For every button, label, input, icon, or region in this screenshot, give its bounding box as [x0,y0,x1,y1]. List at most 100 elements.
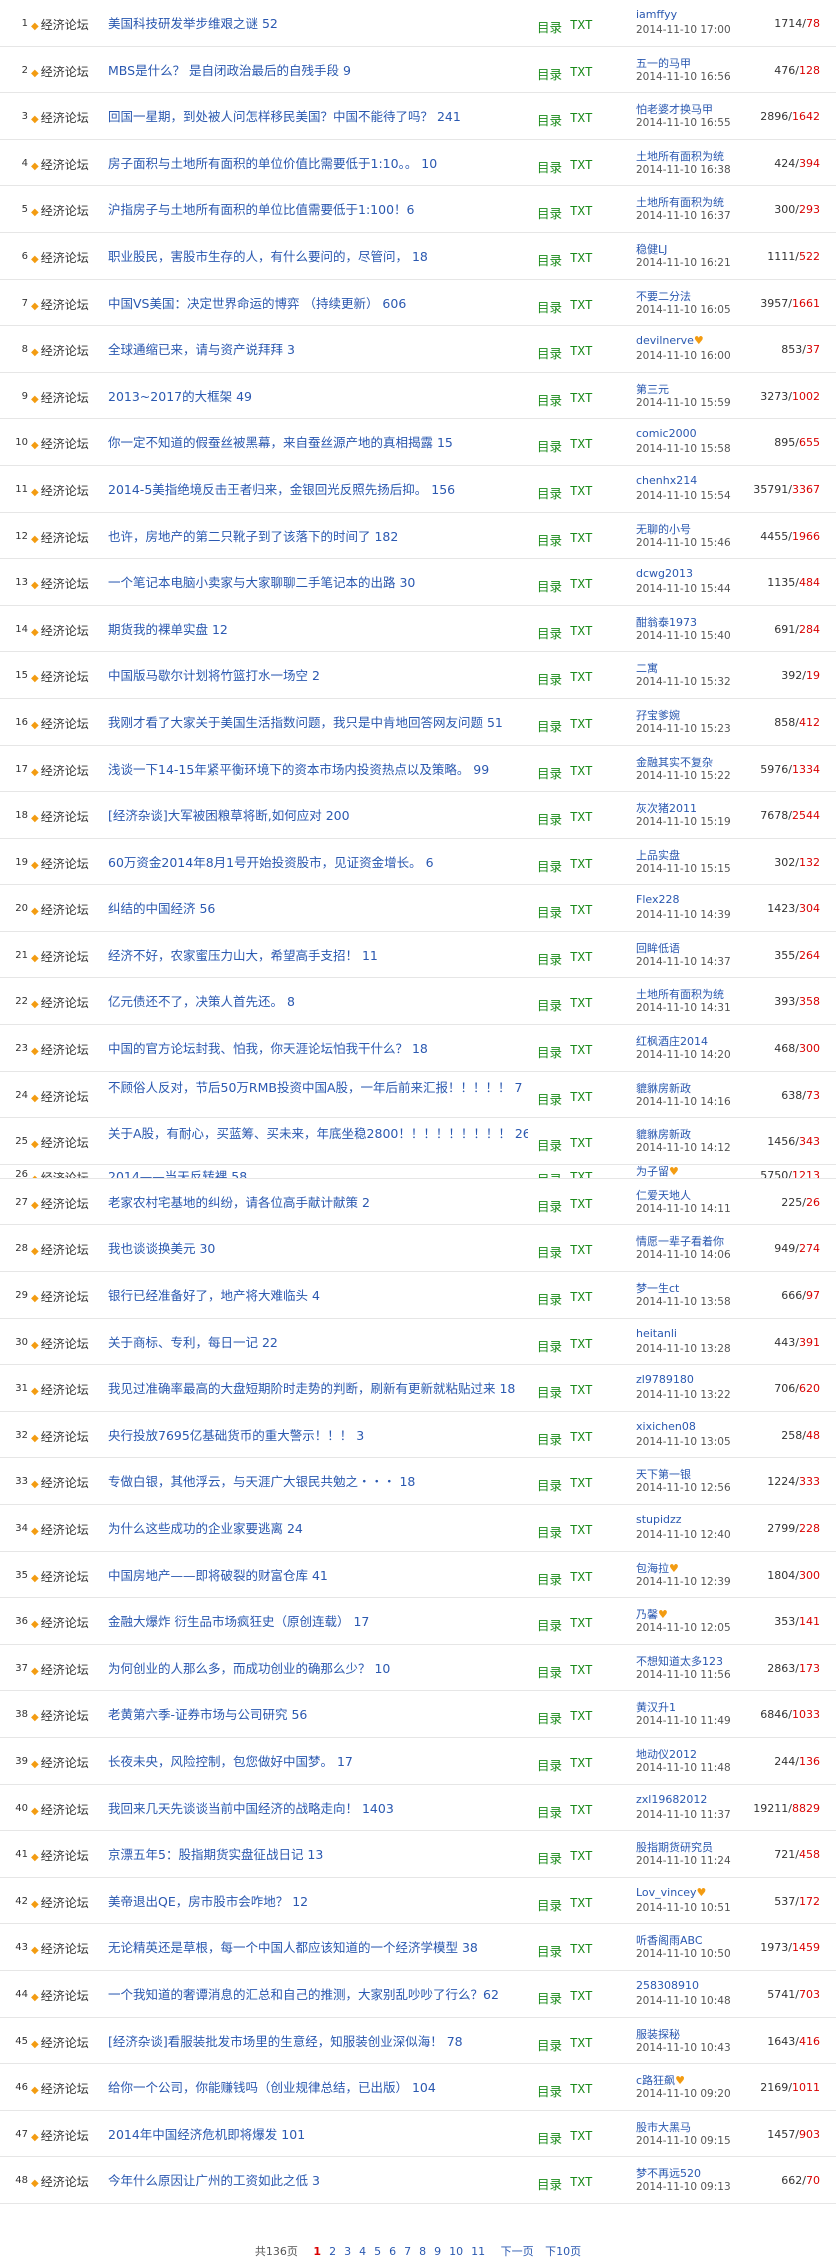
section-link[interactable]: ◆经济论坛 [31,1614,89,1631]
thread-title[interactable]: 京漂五年5：股指期货实盘征战日记 13 [108,1847,528,1863]
thread-title[interactable]: 关于商标、专利，每日一记 22 [108,1335,528,1351]
catalog-link[interactable]: 目录 [537,1615,562,1634]
thread-title[interactable]: 纠结的中国经济 56 [108,901,528,917]
txt-link[interactable]: TXT [570,390,593,405]
section-link[interactable]: ◆经济论坛 [31,808,89,825]
txt-link[interactable]: TXT [570,902,593,917]
author-link[interactable]: 无聊的小号 [636,521,691,537]
author-link[interactable]: 五一的马甲 [636,55,691,71]
txt-link[interactable]: TXT [570,1708,593,1723]
thread-title[interactable]: 2013~2017的大框架 49 [108,389,528,405]
author-link[interactable]: comic2000 [636,427,697,440]
pagination-last[interactable]: 下10页 [545,2245,581,2258]
txt-link[interactable]: TXT [570,576,593,591]
author-link[interactable]: 黄汉升1 [636,1699,676,1715]
author-link[interactable]: 二寓 [636,660,658,676]
thread-title[interactable]: 浅谈一下14-15年紧平衡环境下的资本市场内投资热点以及策略。 99 [108,762,528,778]
author-link[interactable]: 听香阁雨ABC [636,1932,703,1948]
author-link[interactable]: xixichen08 [636,1420,696,1433]
catalog-link[interactable]: 目录 [537,1569,562,1588]
section-link[interactable]: ◆经济论坛 [31,1754,89,1771]
pagination-page[interactable]: 5 [374,2245,381,2258]
section-link[interactable]: ◆经济论坛 [31,1134,89,1151]
txt-link[interactable]: TXT [570,1522,593,1537]
txt-link[interactable]: TXT [570,1089,593,1104]
catalog-link[interactable]: 目录 [537,1089,562,1108]
catalog-link[interactable]: 目录 [537,250,562,269]
author-link[interactable]: 孖宝爹婉 [636,707,680,723]
txt-link[interactable]: TXT [570,1336,593,1351]
catalog-link[interactable]: 目录 [537,1848,562,1867]
txt-link[interactable]: TXT [570,669,593,684]
pagination-page[interactable]: 4 [359,2245,366,2258]
author-link[interactable]: 怕老婆才换马甲 [636,101,713,117]
section-link[interactable]: ◆经济论坛 [31,575,89,592]
catalog-link[interactable]: 目录 [537,110,562,129]
thread-title[interactable]: 2014-5美指绝境反击王者归来，金银回光反照先扬后抑。 156 [108,482,528,498]
author-link[interactable]: 酣翁泰1973 [636,614,697,630]
txt-link[interactable]: TXT [570,1042,593,1057]
author-link[interactable]: 包海拉♥ [636,1560,679,1576]
txt-link[interactable]: TXT [570,203,593,218]
author-link[interactable]: iamffyy [636,8,677,21]
thread-title[interactable]: 关于A股，有耐心，买蓝筹、买未来，年底坐稳2800！！！！！！！！！ 26 [108,1126,528,1142]
catalog-link[interactable]: 目录 [537,297,562,316]
txt-link[interactable]: TXT [570,110,593,125]
catalog-link[interactable]: 目录 [537,1289,562,1308]
catalog-link[interactable]: 目录 [537,763,562,782]
txt-link[interactable]: TXT [570,809,593,824]
author-link[interactable]: 股指期货研究员 [636,1839,713,1855]
thread-title[interactable]: 金融大爆炸 衍生品市场疯狂史（原创连载） 17 [108,1614,528,1630]
catalog-link[interactable]: 目录 [537,530,562,549]
catalog-link[interactable]: 目录 [537,343,562,362]
section-link[interactable]: ◆经济论坛 [31,855,89,872]
author-link[interactable]: 不要二分法 [636,288,691,304]
author-link[interactable]: devilnerve♥ [636,334,704,347]
txt-link[interactable]: TXT [570,1242,593,1257]
catalog-link[interactable]: 目录 [537,1135,562,1154]
author-link[interactable]: 仁爱天地人 [636,1187,691,1203]
thread-title[interactable]: 老黄第六季-证券市场与公司研究 56 [108,1707,528,1723]
section-link[interactable]: ◆经济论坛 [31,1169,89,1178]
author-link[interactable]: 不想知道太多123 [636,1653,723,1669]
txt-link[interactable]: TXT [570,1382,593,1397]
thread-title[interactable]: 不顾俗人反对，节后50万RMB投资中国A股，一年后前来汇报！！！！！ 7 [108,1080,528,1096]
txt-link[interactable]: TXT [570,1196,593,1211]
thread-title[interactable]: 给你一个公司，你能赚钱吗（创业规律总结，已出版） 104 [108,2080,528,2096]
author-link[interactable]: 梦不再远520 [636,2165,701,2181]
section-link[interactable]: ◆经济论坛 [31,296,89,313]
txt-link[interactable]: TXT [570,530,593,545]
thread-title[interactable]: 中国VS美国：决定世界命运的博弈 （持续更新） 606 [108,296,528,312]
txt-link[interactable]: TXT [570,1475,593,1490]
txt-link[interactable]: TXT [570,250,593,265]
txt-link[interactable]: TXT [570,1755,593,1770]
thread-title[interactable]: 专做白银，其他浮云，与天涯广大银民共勉之・・・ 18 [108,1474,528,1490]
section-link[interactable]: ◆经济论坛 [31,2127,89,2144]
section-link[interactable]: ◆经济论坛 [31,762,89,779]
section-link[interactable]: ◆经济论坛 [31,1521,89,1538]
thread-title[interactable]: 一个我知道的奢谭消息的汇总和自己的推测，大家别乱吵吵了行么？62 [108,1987,528,2003]
author-link[interactable]: 为子留♥ [636,1165,679,1178]
author-link[interactable]: 稳健LJ [636,241,667,257]
section-link[interactable]: ◆经济论坛 [31,948,89,965]
section-link[interactable]: ◆经济论坛 [31,1847,89,1864]
author-link[interactable]: 258308910 [636,1979,699,1992]
author-link[interactable]: 上品实盘 [636,847,680,863]
txt-link[interactable]: TXT [570,2174,593,2189]
pagination-next[interactable]: 下一页 [501,2245,534,2258]
thread-title[interactable]: 长夜未央，风险控制，包您做好中国梦。 17 [108,1754,528,1770]
pagination-page[interactable]: 7 [404,2245,411,2258]
catalog-link[interactable]: 目录 [537,1802,562,1821]
txt-link[interactable]: TXT [570,716,593,731]
author-link[interactable]: 乃馨♥ [636,1606,668,1622]
catalog-link[interactable]: 目录 [537,1042,562,1061]
thread-title[interactable]: 为什么这些成功的企业家要逃离 24 [108,1521,528,1537]
catalog-link[interactable]: 目录 [537,483,562,502]
author-link[interactable]: zl9789180 [636,1373,694,1386]
section-link[interactable]: ◆经济论坛 [31,994,89,1011]
catalog-link[interactable]: 目录 [537,2081,562,2100]
catalog-link[interactable]: 目录 [537,1336,562,1355]
thread-title[interactable]: 期货我的裸单实盘 12 [108,622,528,638]
thread-title[interactable]: 房子面积与土地所有面积的单位价值比需要低于1:10。。 10 [108,156,528,172]
author-link[interactable]: chenhx214 [636,474,697,487]
